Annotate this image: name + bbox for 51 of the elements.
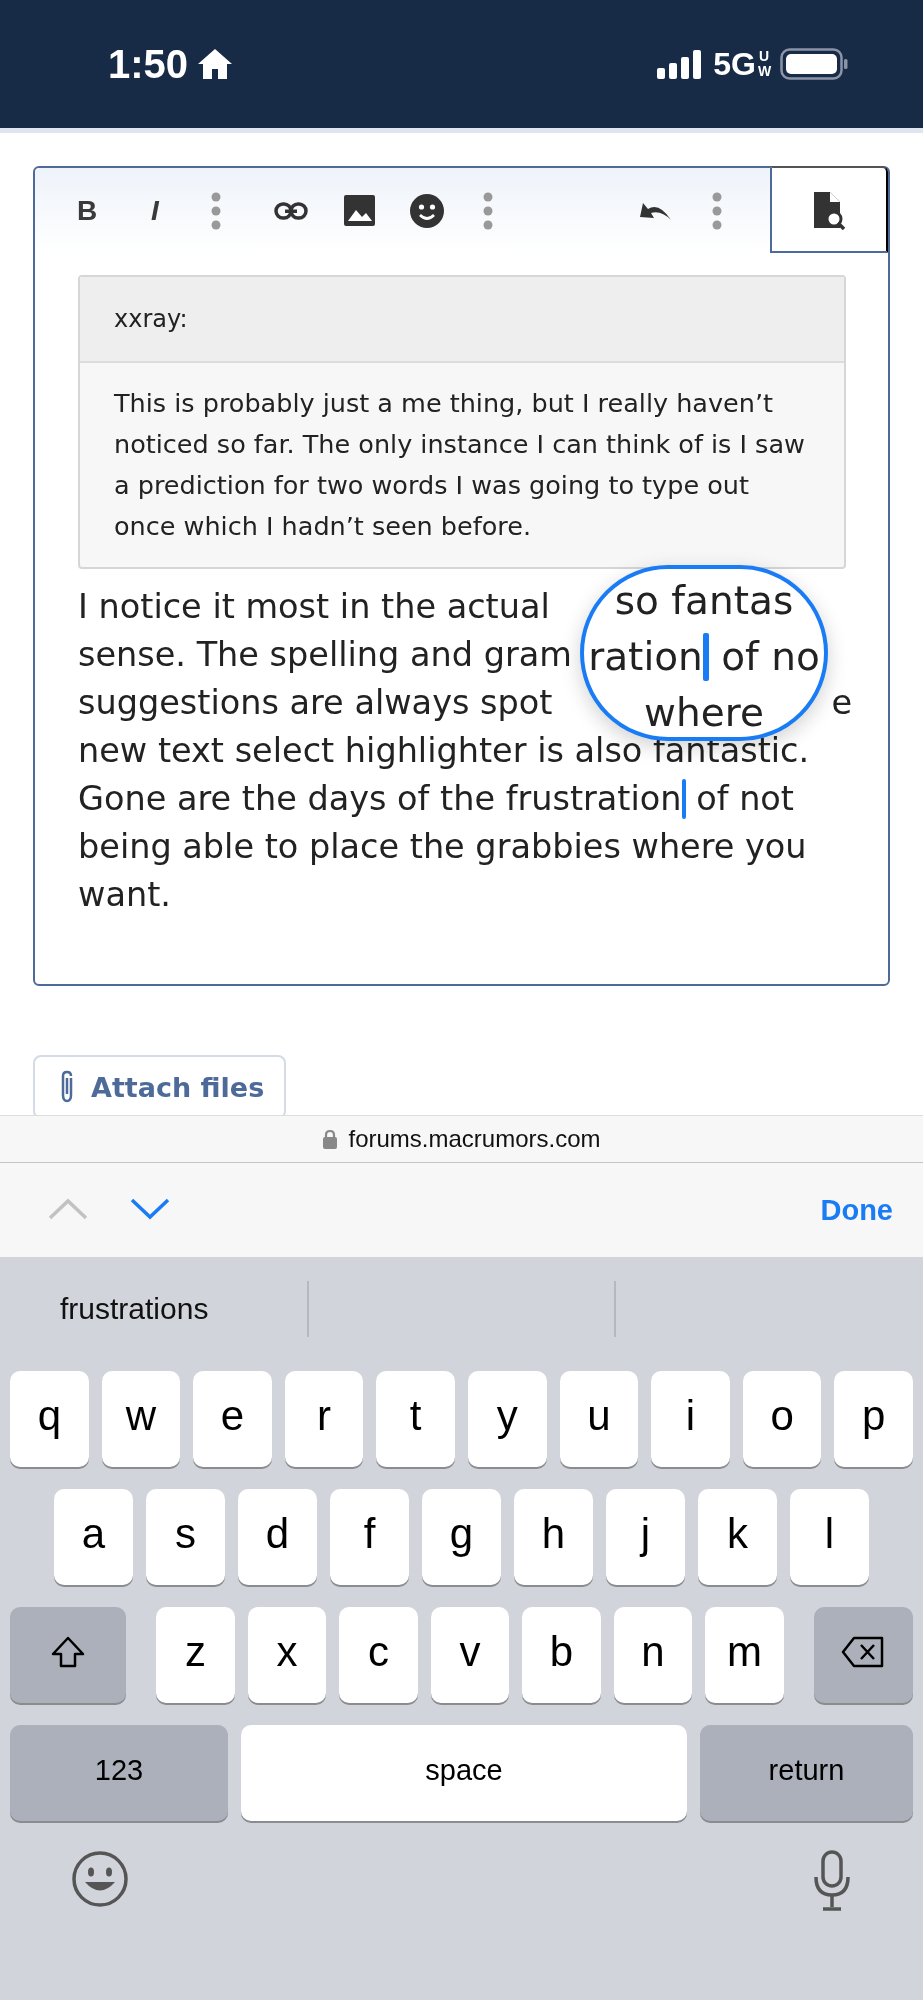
text-line: sense. The spelling and gram [78, 634, 572, 676]
key[interactable]: y [468, 1371, 547, 1467]
key[interactable]: u [559, 1371, 639, 1467]
text-line: want. [78, 874, 171, 916]
text-line: of not [695, 778, 794, 820]
key[interactable]: e [193, 1371, 272, 1467]
suggestion[interactable]: frustrations [60, 1292, 209, 1326]
magnified-text: of no [720, 633, 820, 681]
network-sublabel: UW [758, 49, 770, 79]
quote-text: This is probably just a me thing, but I really haven’t noticed so far. The only instance I can think of is I saw a prediction for two words I was going to type out once which I hadn’t seen before. [113, 387, 806, 543]
done-button[interactable]: Done [820, 1193, 893, 1227]
key[interactable]: z [156, 1607, 235, 1703]
key[interactable]: i [651, 1371, 730, 1467]
key[interactable]: g [422, 1489, 501, 1585]
key[interactable]: w [101, 1371, 181, 1467]
text-fragment: e [831, 682, 852, 724]
key[interactable]: r [284, 1371, 364, 1467]
key[interactable]: s [146, 1489, 225, 1585]
text-line: suggestions are always spot [78, 682, 553, 724]
key[interactable]: f [330, 1489, 409, 1585]
text-line: Gone are the days of the frustration [78, 778, 682, 820]
key[interactable]: c [339, 1607, 418, 1703]
key[interactable]: d [238, 1489, 317, 1585]
key[interactable]: p [834, 1371, 913, 1467]
key[interactable]: n [613, 1607, 693, 1703]
key[interactable]: t [376, 1371, 455, 1467]
key[interactable]: h [514, 1489, 593, 1585]
network-label: 5G [713, 45, 756, 83]
key[interactable]: x [247, 1607, 327, 1703]
key[interactable]: v [430, 1607, 510, 1703]
quote-author: xxray: [80, 277, 844, 363]
space-key[interactable]: space [241, 1725, 687, 1821]
key[interactable]: o [742, 1371, 822, 1467]
address-bar[interactable]: forums.macrumors.com [0, 1115, 923, 1163]
return-key[interactable]: return [699, 1725, 913, 1821]
magnified-text: so fantas [614, 577, 794, 625]
key[interactable]: q [10, 1371, 89, 1467]
bold-button[interactable]: B [65, 188, 109, 233]
key[interactable]: m [705, 1607, 784, 1703]
magnified-text: ration [588, 633, 703, 681]
key[interactable]: j [606, 1489, 685, 1585]
key[interactable]: a [54, 1489, 133, 1585]
numbers-key[interactable]: 123 [10, 1725, 228, 1821]
italic-button[interactable]: I [133, 188, 177, 233]
key[interactable]: k [698, 1489, 777, 1585]
attach-files-button[interactable]: Attach files [33, 1055, 287, 1115]
key[interactable]: l [790, 1489, 869, 1585]
text-line: I notice it most in the actual [78, 586, 550, 628]
text-line: being able to place the grabbies where you [78, 826, 807, 868]
key[interactable]: b [522, 1607, 601, 1703]
clock: 1:50 [108, 41, 189, 87]
